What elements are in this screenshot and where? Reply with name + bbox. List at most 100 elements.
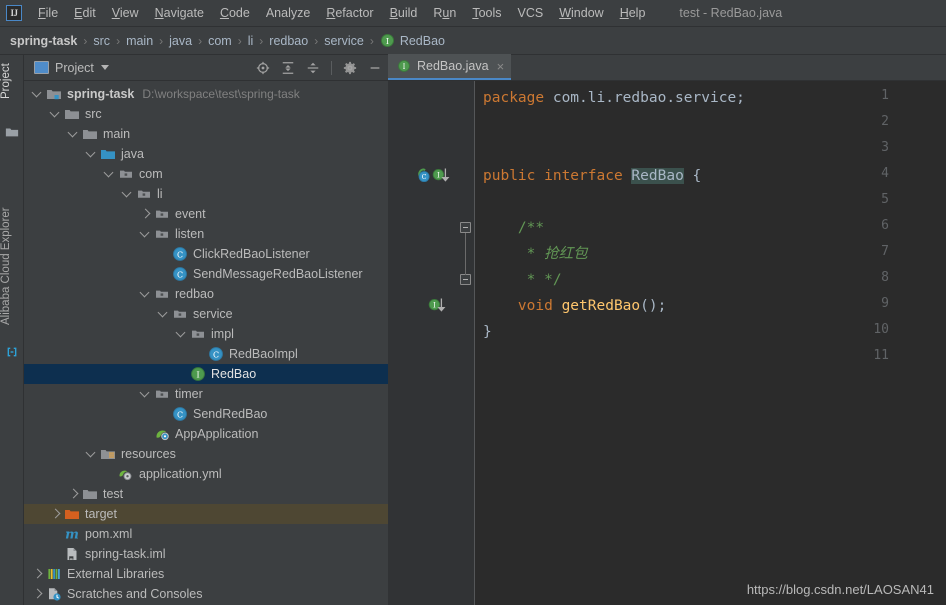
sidebar-tab-project[interactable]: Project [0, 59, 24, 119]
tree-row[interactable]: AppApplication [24, 424, 388, 444]
gutter-marker-group[interactable]: I [428, 297, 448, 314]
breadcrumb-item-li[interactable]: li [248, 34, 254, 48]
menu-item-code[interactable]: Code [212, 3, 258, 23]
tree-node-icon-wrapper [64, 506, 85, 522]
menu-item-help[interactable]: Help [612, 3, 654, 23]
tree-row[interactable]: C RedBaoImpl [24, 344, 388, 364]
tree-node-label: li [157, 187, 163, 201]
code-line: public interface RedBao { [483, 163, 701, 189]
chevron-down-icon[interactable] [86, 148, 98, 160]
chevron-down-icon[interactable] [86, 448, 98, 460]
chevron-right-icon[interactable] [68, 488, 80, 500]
breadcrumb-item-main[interactable]: main [126, 34, 153, 48]
breadcrumb[interactable]: spring-task › src › main › java › com › li › redbao ›… [0, 27, 946, 55]
editor-tab-redbao-java[interactable]: I RedBao.java × [388, 54, 512, 80]
breadcrumb-item-com[interactable]: com [208, 34, 232, 48]
expand-all-icon[interactable] [281, 61, 295, 75]
line-number: 7 [881, 244, 889, 259]
scroll-from-source-icon[interactable] [256, 61, 270, 75]
collapse-all-icon[interactable] [306, 61, 320, 75]
tree-row[interactable]: spring-task D:\workspace\test\spring-task [24, 84, 388, 104]
iml-icon [67, 548, 77, 560]
tree-row[interactable]: impl [24, 324, 388, 344]
fold-collapse-icon[interactable] [460, 222, 471, 233]
code-editor[interactable]: 1 2 3 4 C I 5 6 7 8 9 I 10 11 package com.li.redbao.s… [388, 81, 946, 605]
breadcrumb-item-java[interactable]: java [169, 34, 192, 48]
menu-item-file[interactable]: File [30, 3, 66, 23]
chevron-right-icon[interactable] [140, 208, 152, 220]
settings-gear-icon[interactable] [343, 61, 357, 75]
implementing-method-down-icon[interactable]: I [432, 167, 452, 184]
chevron-down-icon[interactable] [140, 288, 152, 300]
tree-row[interactable]: redbao [24, 284, 388, 304]
menu-item-vcs[interactable]: VCS [510, 3, 552, 23]
menu-item-view[interactable]: View [104, 3, 147, 23]
menu-item-tools[interactable]: Tools [464, 3, 509, 23]
editor-gutter[interactable] [388, 81, 475, 605]
breadcrumb-item-src[interactable]: src [93, 34, 110, 48]
implemented-by-icon[interactable]: C [416, 167, 432, 184]
tree-row[interactable]: timer [24, 384, 388, 404]
menu-item-build[interactable]: Build [382, 3, 426, 23]
tree-row[interactable]: com [24, 164, 388, 184]
tree-row[interactable]: C ClickRedBaoListener [24, 244, 388, 264]
tree-row[interactable]: main [24, 124, 388, 144]
project-tool-window: Project spring-task D:\workspace\test\sp… [24, 55, 388, 605]
menu-item-navigate[interactable]: Navigate [147, 3, 212, 23]
breadcrumb-item-redbao[interactable]: redbao [269, 34, 308, 48]
chevron-down-icon[interactable] [32, 88, 44, 100]
chevron-down-icon[interactable] [100, 65, 109, 70]
menu-item-window[interactable]: Window [551, 3, 611, 23]
breadcrumb-item-service[interactable]: service [324, 34, 364, 48]
chevron-down-icon[interactable] [176, 328, 188, 340]
tree-row[interactable]: service [24, 304, 388, 324]
tree-row[interactable]: C SendRedBao [24, 404, 388, 424]
chevron-down-icon[interactable] [104, 168, 116, 180]
tree-node-icon-wrapper [64, 546, 85, 562]
tree-row[interactable]: resources [24, 444, 388, 464]
tree-arrow-spacer [50, 528, 62, 540]
tree-node-label: application.yml [139, 467, 222, 481]
menu-item-analyze[interactable]: Analyze [258, 3, 318, 23]
package-icon [138, 190, 150, 198]
fold-end-icon[interactable] [460, 274, 471, 285]
implementing-method-down-icon[interactable]: I [428, 297, 448, 314]
chevron-down-icon[interactable] [50, 108, 62, 120]
tree-row[interactable]: m pom.xml [24, 524, 388, 544]
menu-item-refactor[interactable]: Refactor [318, 3, 381, 23]
gutter-marker-group[interactable]: CI [416, 167, 452, 184]
chevron-down-icon[interactable] [122, 188, 134, 200]
chevron-right-icon[interactable] [32, 568, 44, 580]
chevron-down-icon[interactable] [158, 308, 170, 320]
project-tree[interactable]: spring-task D:\workspace\test\spring-task… [24, 81, 388, 605]
breadcrumb-item-redbao[interactable]: I RedBao [380, 33, 445, 48]
project-panel-header: Project [24, 55, 388, 81]
tree-row[interactable]: event [24, 204, 388, 224]
chevron-down-icon[interactable] [140, 228, 152, 240]
chevron-right-icon[interactable] [50, 508, 62, 520]
tree-node-icon-wrapper [46, 86, 67, 102]
menu-item-run[interactable]: Run [425, 3, 464, 23]
tree-row[interactable]: listen [24, 224, 388, 244]
package-icon [156, 210, 168, 218]
tree-row[interactable]: External Libraries [24, 564, 388, 584]
chevron-down-icon[interactable] [140, 388, 152, 400]
breadcrumb-item-spring-task[interactable]: spring-task [10, 34, 77, 48]
tree-row[interactable]: li [24, 184, 388, 204]
interface-icon: I [398, 60, 410, 72]
tree-row[interactable]: spring-task.iml [24, 544, 388, 564]
tree-row[interactable]: Scratches and Consoles [24, 584, 388, 604]
chevron-right-icon[interactable] [32, 588, 44, 600]
hide-panel-icon[interactable] [368, 61, 382, 75]
tree-row[interactable]: src [24, 104, 388, 124]
tree-row[interactable]: C SendMessageRedBaoListener [24, 264, 388, 284]
tree-row[interactable]: test [24, 484, 388, 504]
tree-row[interactable]: java [24, 144, 388, 164]
tree-row[interactable]: target [24, 504, 388, 524]
tree-row[interactable]: I RedBao [24, 364, 388, 384]
menu-item-edit[interactable]: Edit [66, 3, 104, 23]
sidebar-tab-alibaba-cloud-explorer[interactable]: Alibaba Cloud Explorer [0, 203, 24, 339]
chevron-down-icon[interactable] [68, 128, 80, 140]
tree-row[interactable]: application.yml [24, 464, 388, 484]
close-icon[interactable]: × [497, 60, 505, 73]
